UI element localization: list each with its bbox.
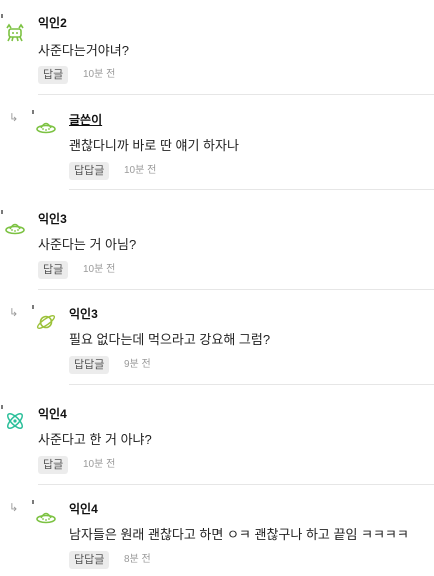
- comment: 익인3 사준다는 거 아님? 답글 10분 전: [0, 208, 434, 292]
- comment-thread: 익인2 사준다는거야녀? 답글 10분 전 ↳ 글쓴이 괜찮다니까 바로 딴 얘…: [0, 0, 434, 576]
- comment-marker: [32, 305, 34, 309]
- comment-time: 9분 전: [124, 359, 151, 370]
- reply-button[interactable]: 답글: [38, 66, 69, 84]
- reply-arrow-icon: ↳: [9, 306, 19, 319]
- divider: [38, 484, 434, 485]
- reply-arrow-icon: ↳: [9, 111, 19, 124]
- divider: [69, 384, 434, 385]
- comment-marker: [1, 14, 3, 18]
- comment-text: 괜찮다니까 바로 딴 얘기 하자나: [69, 138, 239, 153]
- comment-time: 10분 전: [83, 69, 116, 80]
- comment-author[interactable]: 익인4: [69, 500, 98, 517]
- comment-time: 10분 전: [83, 264, 116, 275]
- comment-marker: [32, 500, 34, 504]
- divider: [69, 189, 434, 190]
- reply-arrow-icon: ↳: [9, 501, 19, 514]
- comment: 익인4 사준다고 한 거 아냐? 답글 10분 전: [0, 403, 434, 487]
- reply-button[interactable]: 답글: [38, 456, 69, 474]
- reply-comment: ↳ 익인4 남자들은 원래 괜찮다고 하면 ㅇㅋ 괜찮구나 하고 끝임 ㅋㅋㅋㅋ…: [0, 498, 434, 576]
- green-ufo-icon: [5, 223, 25, 235]
- green-ufo-icon: [36, 122, 56, 134]
- comment-author[interactable]: 익인3: [38, 210, 67, 227]
- reply-button[interactable]: 답글: [38, 261, 69, 279]
- green-planet-icon: [36, 315, 56, 329]
- reply-button[interactable]: 답답글: [69, 551, 110, 569]
- comment-marker: [32, 110, 34, 114]
- comment-author[interactable]: 익인2: [38, 14, 67, 31]
- comment-marker: [1, 405, 3, 409]
- comment-text: 사준다는거야녀?: [38, 43, 129, 58]
- comment-time: 10분 전: [124, 165, 157, 176]
- comment: 익인2 사준다는거야녀? 답글 10분 전: [0, 12, 434, 96]
- divider: [38, 94, 434, 95]
- comment-text: 남자들은 원래 괜찮다고 하면 ㅇㅋ 괜찮구나 하고 끝임 ㅋㅋㅋㅋ: [69, 527, 409, 542]
- comment-time: 10분 전: [83, 459, 116, 470]
- comment-author[interactable]: 글쓴이: [69, 111, 102, 128]
- comment-time: 8분 전: [124, 554, 151, 565]
- comment-author[interactable]: 익인3: [69, 305, 98, 322]
- reply-button[interactable]: 답답글: [69, 162, 110, 180]
- reply-comment: ↳ 익인3 필요 없다는데 먹으라고 강요해 그럼? 답답글 9분 전: [0, 303, 434, 387]
- divider: [38, 289, 434, 290]
- comment-author[interactable]: 익인4: [38, 405, 67, 422]
- reply-button[interactable]: 답답글: [69, 356, 110, 374]
- green-ufo-icon: [36, 512, 56, 524]
- teal-atom-icon: [7, 413, 23, 429]
- comment-text: 사준다고 한 거 아냐?: [38, 432, 152, 447]
- comment-text: 필요 없다는데 먹으라고 강요해 그럼?: [69, 332, 271, 347]
- reply-comment: ↳ 글쓴이 괜찮다니까 바로 딴 얘기 하자나 답답글 10분 전: [0, 108, 434, 192]
- green-crab-icon: [6, 23, 24, 42]
- comment-marker: [1, 210, 3, 214]
- comment-text: 사준다는 거 아님?: [38, 237, 137, 252]
